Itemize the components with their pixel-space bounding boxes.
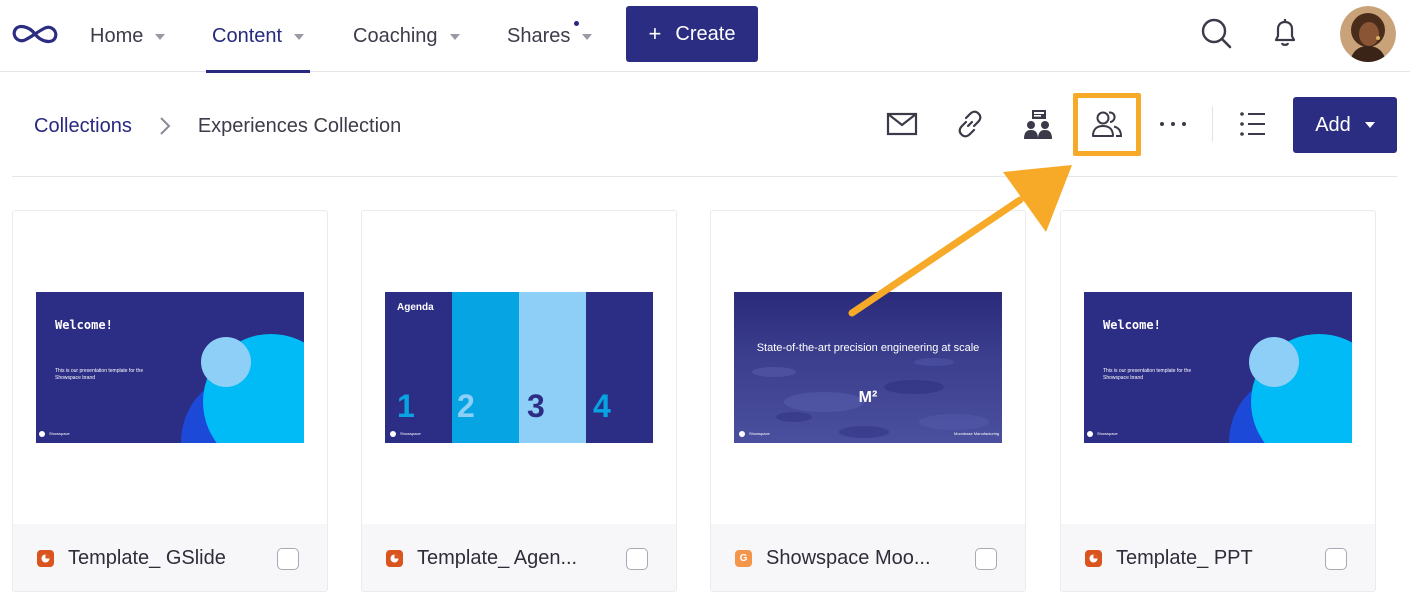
- slide-number: 3: [527, 388, 545, 424]
- card-title[interactable]: Showspace Moo...: [766, 547, 975, 570]
- plus-icon: +: [648, 21, 662, 46]
- toolbar-divider-line: [12, 176, 1397, 177]
- chevron-down-icon: [294, 34, 305, 40]
- content-card[interactable]: Agenda 1 2 3 4 Showspace Template_ Agen.…: [361, 210, 677, 592]
- nav-shares-label: Shares: [507, 24, 571, 47]
- slide-footer-right: Moonbase Manufacturing: [954, 431, 1000, 436]
- showspace-presentation-icon: [37, 550, 54, 567]
- more-options-icon[interactable]: [1153, 104, 1193, 144]
- content-card[interactable]: Welcome! This is our presentation templa…: [1060, 210, 1376, 592]
- breadcrumb-current: Experiences Collection: [197, 114, 402, 137]
- nav-home[interactable]: Home: [90, 0, 166, 72]
- chevron-down-icon: [155, 34, 166, 40]
- slide-footer: Showspace: [400, 431, 421, 436]
- notification-dot: [574, 21, 579, 26]
- presenter-icon[interactable]: [1018, 104, 1058, 144]
- card-footer: Template_ PPT: [1061, 524, 1375, 591]
- slide-heading: Welcome!: [1103, 318, 1161, 332]
- search-icon[interactable]: [1199, 16, 1233, 50]
- breadcrumb-collections-link[interactable]: Collections: [34, 115, 132, 138]
- slide-heading: Welcome!: [55, 318, 113, 332]
- bell-icon[interactable]: [1268, 16, 1302, 50]
- select-checkbox[interactable]: [277, 547, 299, 570]
- showspace-presentation-icon: [1085, 550, 1102, 567]
- highlight-box: [1073, 93, 1141, 156]
- nav-content-label: Content: [212, 24, 283, 47]
- content-card[interactable]: Welcome! This is our presentation templa…: [12, 210, 328, 592]
- nav-content[interactable]: Content: [205, 0, 311, 73]
- infinity-logo-icon[interactable]: [10, 18, 60, 50]
- nav-coaching-label: Coaching: [353, 24, 438, 47]
- card-title[interactable]: Template_ GSlide: [68, 547, 277, 570]
- slide-heading: State-of-the-art precision engineering a…: [756, 342, 980, 354]
- chevron-down-icon: [582, 34, 593, 40]
- create-button-label: Create: [675, 22, 736, 45]
- chevron-right-icon: [160, 117, 171, 135]
- add-button[interactable]: Add: [1293, 97, 1397, 153]
- slide-number: 2: [457, 388, 475, 424]
- card-footer: Template_ GSlide: [13, 524, 327, 591]
- slide-thumbnail[interactable]: Welcome! This is our presentation templa…: [36, 292, 304, 443]
- slide-number: 4: [593, 388, 611, 424]
- card-footer: G Showspace Moo...: [711, 524, 1025, 591]
- slide-mark: M²: [858, 389, 878, 406]
- select-checkbox[interactable]: [975, 547, 997, 570]
- select-checkbox[interactable]: [1325, 547, 1347, 570]
- card-footer: Template_ Agen...: [362, 524, 676, 591]
- slide-body: This is our presentation template for th…: [55, 368, 144, 381]
- card-title[interactable]: Template_ PPT: [1116, 547, 1325, 570]
- showspace-presentation-icon: [386, 550, 403, 567]
- slide-footer: Showspace: [1097, 431, 1118, 436]
- email-icon[interactable]: [882, 104, 922, 144]
- breadcrumb: Collections Experiences Collection: [34, 112, 401, 140]
- create-button[interactable]: + Create: [626, 6, 758, 62]
- nav-shares[interactable]: Shares: [507, 0, 593, 72]
- slide-heading: Agenda: [397, 302, 434, 313]
- chevron-down-icon: [1364, 122, 1375, 128]
- content-card[interactable]: State-of-the-art precision engineering a…: [710, 210, 1026, 592]
- slide-number: 1: [397, 388, 415, 424]
- nav-home-label: Home: [90, 24, 144, 47]
- google-slides-icon: G: [735, 550, 752, 567]
- chevron-down-icon: [449, 34, 460, 40]
- list-view-icon[interactable]: [1233, 104, 1273, 144]
- select-checkbox[interactable]: [626, 547, 648, 570]
- slide-thumbnail[interactable]: State-of-the-art precision engineering a…: [734, 292, 1002, 443]
- slide-footer: Showspace: [749, 431, 770, 436]
- link-icon[interactable]: [950, 104, 990, 144]
- slide-body: This is our presentation template for th…: [1103, 368, 1192, 381]
- nav-coaching[interactable]: Coaching: [353, 0, 460, 72]
- user-avatar[interactable]: [1340, 6, 1396, 62]
- slide-footer: Showspace: [49, 431, 70, 436]
- slide-thumbnail[interactable]: Agenda 1 2 3 4 Showspace: [385, 292, 653, 443]
- slide-thumbnail[interactable]: Welcome! This is our presentation templa…: [1084, 292, 1352, 443]
- add-button-label: Add: [1315, 113, 1351, 136]
- card-title[interactable]: Template_ Agen...: [417, 547, 626, 570]
- toolbar-divider: [1212, 106, 1213, 142]
- top-navigation-bar: Home Content Coaching Shares + Create: [0, 0, 1410, 73]
